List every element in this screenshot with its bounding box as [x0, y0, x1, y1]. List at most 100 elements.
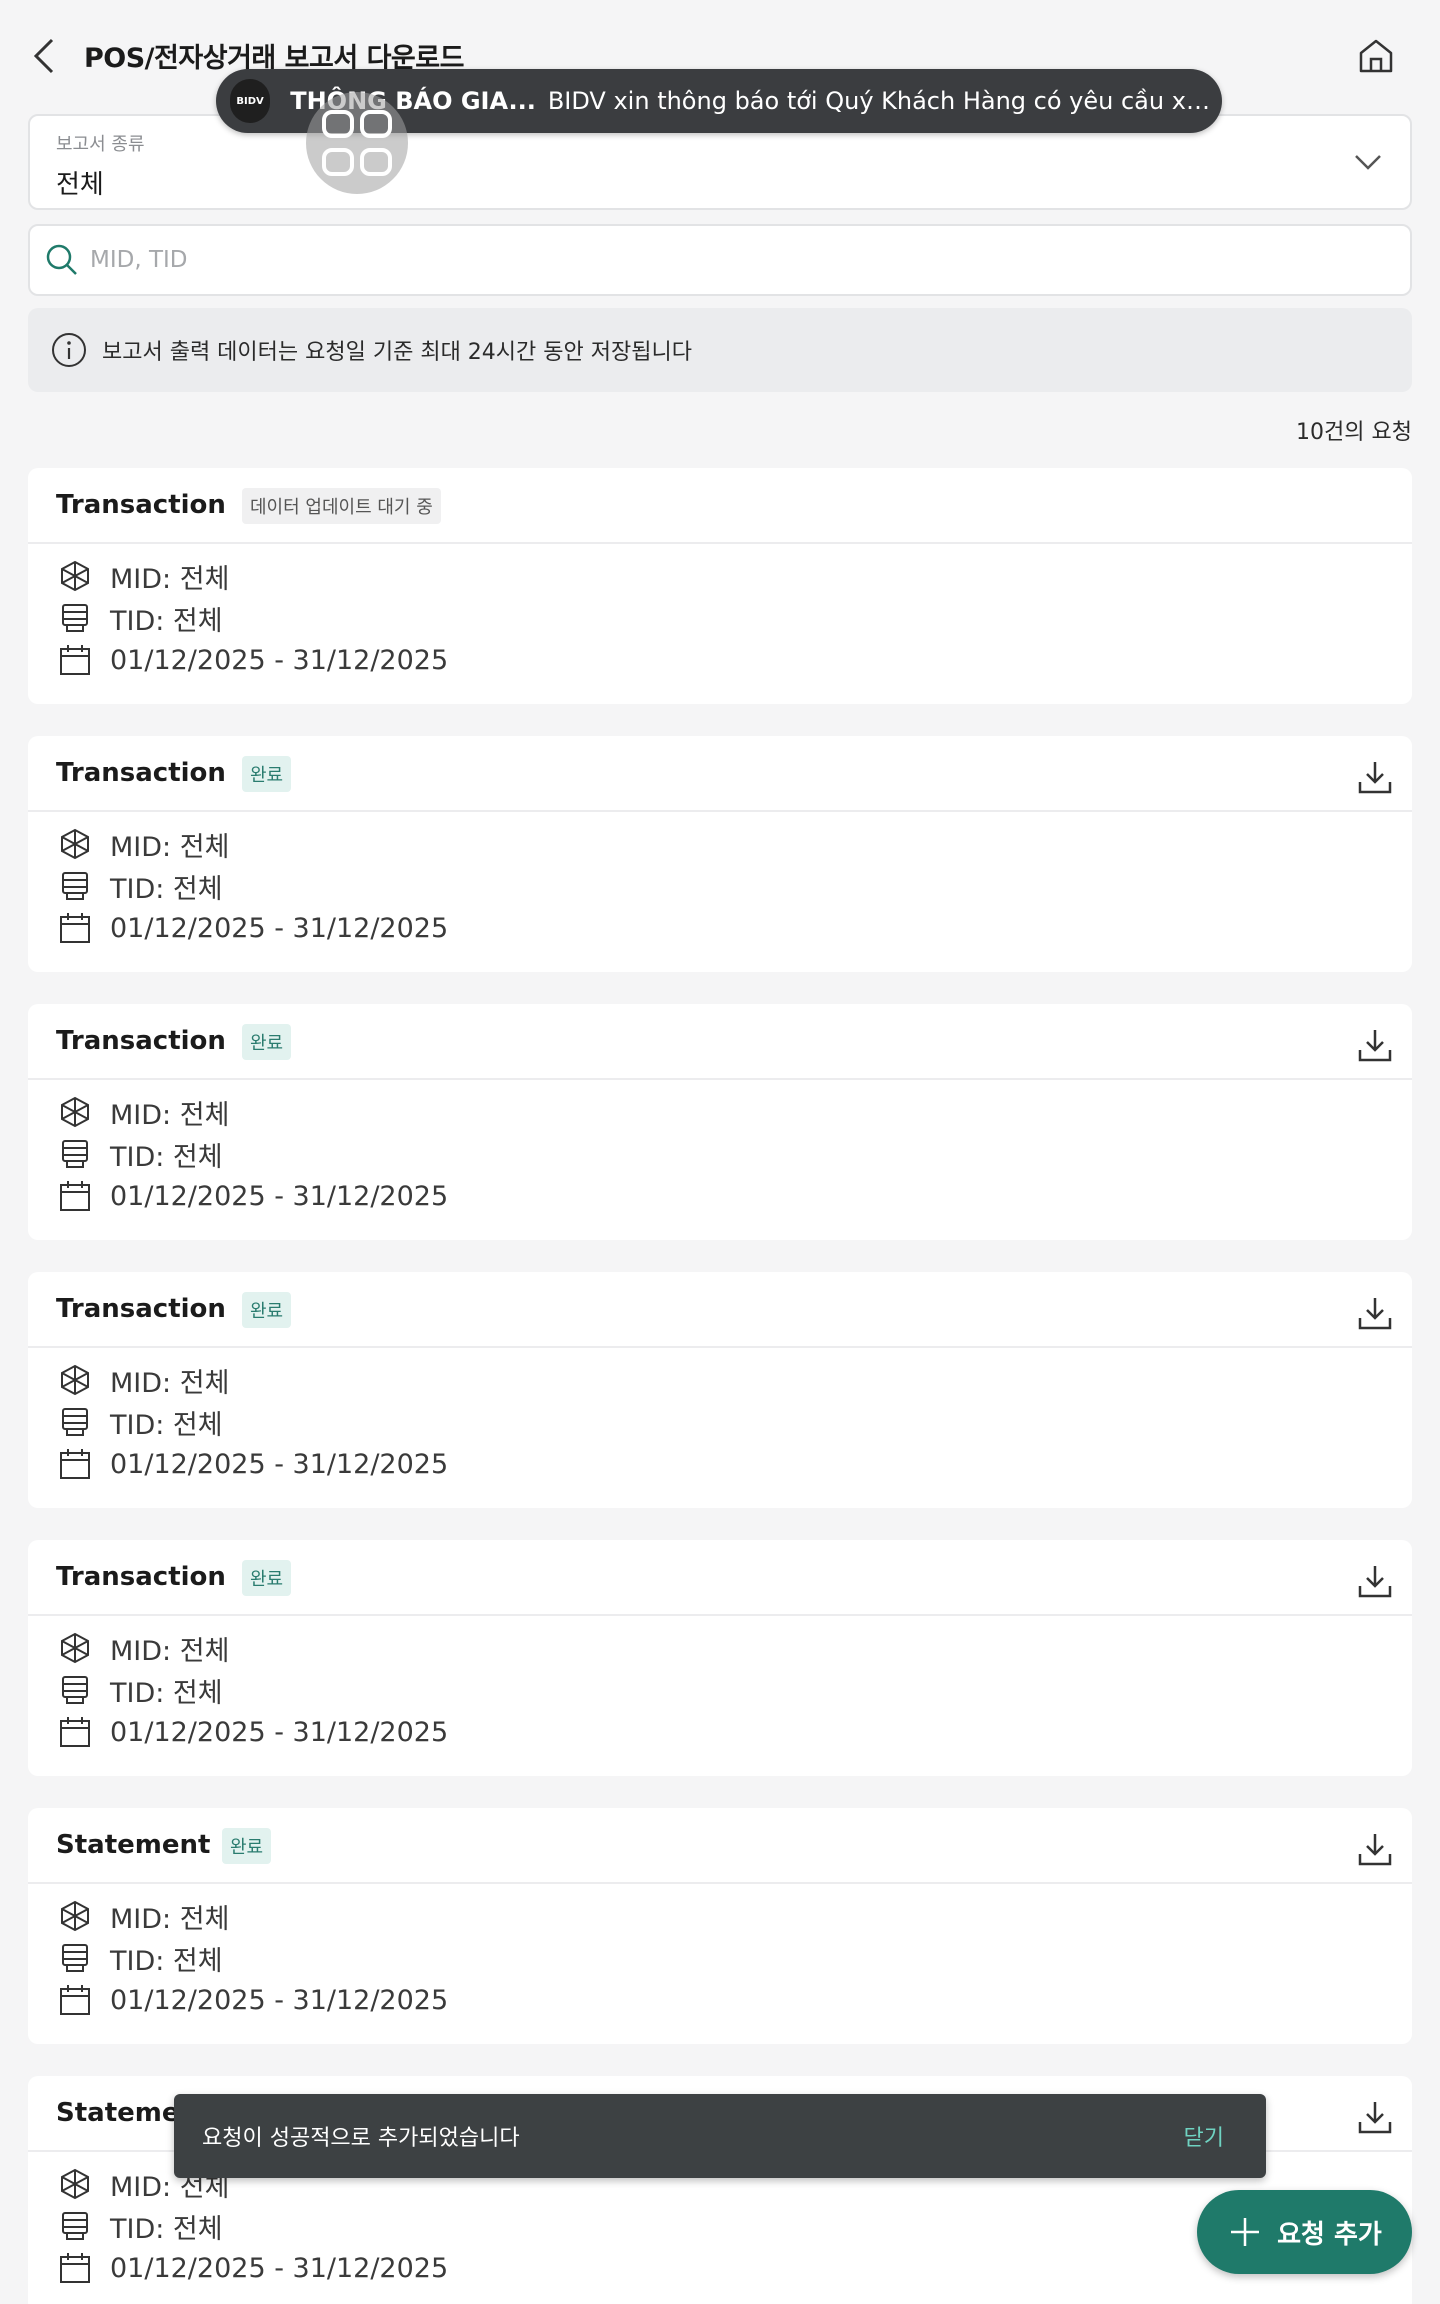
date-range-text: 01/12/2025 - 31/12/2025 — [110, 1716, 449, 1748]
card-title: Transaction — [56, 490, 226, 520]
tid-text: TID: 전체 — [110, 1141, 223, 1173]
calendar-icon — [60, 645, 90, 675]
download-icon[interactable] — [1356, 1026, 1394, 1064]
cube-icon — [61, 560, 89, 592]
mid-row: MID: 전체 — [58, 1898, 230, 1935]
add-request-button[interactable]: 요청 추가 — [1197, 2190, 1412, 2274]
home-button[interactable] — [1354, 34, 1398, 78]
status-badge: 완료 — [242, 756, 292, 792]
card-title: Statement — [56, 1830, 211, 1860]
mid-row: MID: 전체 — [58, 1362, 229, 1399]
cube-icon — [61, 1096, 89, 1128]
status-badge: 완료 — [242, 1024, 292, 1060]
cube-icon — [61, 1364, 89, 1396]
calendar-icon — [60, 2253, 90, 2283]
notification-body: BIDV xin thông báo tới Quý Khách Hàng có… — [547, 87, 1222, 115]
download-icon[interactable] — [1356, 2098, 1394, 2136]
mid-row: MID: 전체 — [58, 1094, 230, 1131]
mid-text: MID: 전체 — [110, 563, 230, 595]
info-icon — [52, 333, 86, 367]
search-icon — [46, 244, 77, 275]
mid-text: MID: 전체 — [110, 1635, 230, 1667]
date-row: 01/12/2025 - 31/12/2025 — [58, 1178, 448, 1214]
card-header: Transaction 완료 — [28, 1540, 1412, 1616]
back-button[interactable] — [26, 34, 62, 78]
date-range-text: 01/12/2025 - 31/12/2025 — [110, 912, 449, 944]
cube-icon — [61, 1632, 89, 1664]
card-title: Transaction — [56, 1562, 226, 1592]
mid-row: MID: 전체 — [58, 558, 230, 595]
snackbar: 요청이 성공적으로 추가되었습니다 닫기 — [174, 2094, 1266, 2178]
download-icon[interactable] — [1356, 1562, 1394, 1600]
card-title: Transaction — [56, 1026, 226, 1056]
date-range-text: 01/12/2025 - 31/12/2025 — [110, 1448, 449, 1480]
status-badge: 완료 — [242, 1292, 292, 1328]
status-badge: 완료 — [222, 1828, 272, 1864]
grid-cell — [322, 110, 354, 138]
mid-text: MID: 전체 — [110, 1099, 230, 1131]
terminal-icon — [62, 604, 88, 632]
tid-row: TID: 전체 — [58, 1404, 223, 1441]
calendar-icon — [60, 1449, 90, 1479]
grid-cell — [360, 110, 392, 138]
search-input[interactable] — [90, 247, 1370, 273]
snackbar-message: 요청이 성공적으로 추가되었습니다 — [202, 2126, 520, 2151]
grid-cell — [360, 148, 392, 176]
terminal-icon — [62, 1944, 88, 1972]
report-card[interactable]: Transaction 완료 MID: 전체 TID: 전체 01/12/202… — [28, 736, 1412, 972]
plus-icon — [1231, 2218, 1260, 2246]
cube-icon — [61, 1900, 89, 1932]
home-icon — [1359, 39, 1393, 73]
date-row: 01/12/2025 - 31/12/2025 — [58, 642, 448, 678]
status-badge: 데이터 업데이트 대기 중 — [242, 488, 441, 524]
snackbar-close-button[interactable]: 닫기 — [1184, 2120, 1224, 2152]
tid-row: TID: 전체 — [58, 1136, 223, 1173]
report-card[interactable]: Transaction 데이터 업데이트 대기 중 MID: 전체 TID: 전… — [28, 468, 1412, 704]
mid-row: MID: 전체 — [58, 1630, 230, 1667]
report-card[interactable]: Transaction 완료 MID: 전체 TID: 전체 01/12/202… — [28, 1004, 1412, 1240]
mid-text: MID: 전체 — [110, 1903, 230, 1935]
download-icon[interactable] — [1356, 758, 1394, 796]
tid-text: TID: 전체 — [110, 1945, 223, 1977]
floating-assistive-button[interactable] — [306, 92, 408, 194]
terminal-icon — [62, 1408, 88, 1436]
tid-text: TID: 전체 — [110, 2213, 223, 2245]
calendar-icon — [60, 1717, 90, 1747]
calendar-icon — [60, 913, 90, 943]
date-row: 01/12/2025 - 31/12/2025 — [58, 2250, 448, 2286]
info-text: 보고서 출력 데이터는 요청일 기준 최대 24시간 동안 저장됩니다 — [102, 340, 692, 365]
tid-text: TID: 전체 — [110, 605, 223, 637]
tid-text: TID: 전체 — [110, 1677, 223, 1709]
tid-row: TID: 전체 — [58, 868, 223, 905]
date-row: 01/12/2025 - 31/12/2025 — [58, 1982, 448, 2018]
date-range-text: 01/12/2025 - 31/12/2025 — [110, 1984, 449, 2016]
tid-text: TID: 전체 — [110, 1409, 223, 1441]
date-row: 01/12/2025 - 31/12/2025 — [58, 1714, 448, 1750]
cube-icon — [61, 828, 89, 860]
calendar-icon — [60, 1985, 90, 2015]
card-title: Transaction — [56, 758, 226, 788]
card-header: Transaction 완료 — [28, 1272, 1412, 1348]
add-request-label: 요청 추가 — [1277, 2219, 1382, 2250]
tid-row: TID: 전체 — [58, 2208, 223, 2245]
report-card[interactable]: Transaction 완료 MID: 전체 TID: 전체 01/12/202… — [28, 1272, 1412, 1508]
download-icon[interactable] — [1356, 1830, 1394, 1868]
report-card[interactable]: Statement 완료 MID: 전체 TID: 전체 01/12/2025 … — [28, 1808, 1412, 2044]
card-header: Transaction 데이터 업데이트 대기 중 — [28, 468, 1412, 544]
search-field[interactable] — [28, 224, 1412, 296]
terminal-icon — [62, 1140, 88, 1168]
card-header: Statement 완료 — [28, 1808, 1412, 1884]
card-title: Transaction — [56, 1294, 226, 1324]
date-row: 01/12/2025 - 31/12/2025 — [58, 910, 448, 946]
date-range-text: 01/12/2025 - 31/12/2025 — [110, 2252, 449, 2284]
calendar-icon — [60, 1181, 90, 1211]
chevron-left-icon — [33, 38, 54, 74]
tid-text: TID: 전체 — [110, 873, 223, 905]
report-card[interactable]: Transaction 완료 MID: 전체 TID: 전체 01/12/202… — [28, 1540, 1412, 1776]
download-icon[interactable] — [1356, 1294, 1394, 1332]
mid-text: MID: 전체 — [110, 831, 230, 863]
terminal-icon — [62, 2212, 88, 2240]
date-range-text: 01/12/2025 - 31/12/2025 — [110, 644, 449, 676]
status-badge: 완료 — [242, 1560, 292, 1596]
date-row: 01/12/2025 - 31/12/2025 — [58, 1446, 448, 1482]
